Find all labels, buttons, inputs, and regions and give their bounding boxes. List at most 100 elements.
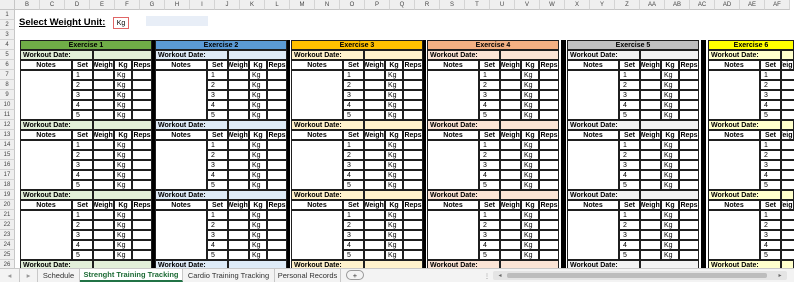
column-header[interactable]: S — [440, 0, 465, 10]
weight-input[interactable] — [640, 100, 661, 110]
weight-input[interactable] — [228, 80, 249, 90]
weight-input[interactable] — [640, 160, 661, 170]
weight-input[interactable] — [228, 240, 249, 250]
reps-input[interactable] — [267, 210, 287, 220]
weight-input[interactable] — [93, 240, 114, 250]
reps-input[interactable] — [403, 150, 423, 160]
weight-input[interactable] — [500, 170, 521, 180]
column-header[interactable]: R — [415, 0, 440, 10]
column-header[interactable]: L — [265, 0, 290, 10]
weight-input[interactable] — [93, 90, 114, 100]
weight-input[interactable] — [781, 80, 794, 90]
reps-input[interactable] — [403, 100, 423, 110]
row-header[interactable]: 10 — [0, 100, 15, 110]
row-header[interactable]: 7 — [0, 70, 15, 80]
column-header[interactable]: AD — [715, 0, 740, 10]
weight-unit-select[interactable]: Kg — [113, 17, 129, 29]
weight-input[interactable] — [364, 230, 385, 240]
workout-date-input[interactable] — [500, 50, 559, 60]
weight-input[interactable] — [781, 140, 794, 150]
row-header[interactable]: 23 — [0, 230, 15, 240]
weight-input[interactable] — [781, 170, 794, 180]
weight-input[interactable] — [93, 160, 114, 170]
reps-input[interactable] — [679, 170, 699, 180]
notes-input[interactable] — [427, 210, 479, 260]
weight-input[interactable] — [500, 160, 521, 170]
row-header[interactable]: 21 — [0, 210, 15, 220]
column-header[interactable]: O — [340, 0, 365, 10]
reps-input[interactable] — [403, 220, 423, 230]
weight-input[interactable] — [640, 230, 661, 240]
reps-input[interactable] — [132, 70, 152, 80]
workout-date-input[interactable] — [781, 190, 794, 200]
weight-input[interactable] — [93, 150, 114, 160]
weight-input[interactable] — [228, 70, 249, 80]
weight-input[interactable] — [781, 250, 794, 260]
column-header[interactable]: AA — [640, 0, 665, 10]
workout-date-input[interactable] — [228, 50, 287, 60]
weight-input[interactable] — [500, 150, 521, 160]
reps-input[interactable] — [403, 230, 423, 240]
tab-personal-records[interactable]: Personal Records — [275, 269, 341, 282]
weight-input[interactable] — [228, 250, 249, 260]
reps-input[interactable] — [679, 150, 699, 160]
weight-input[interactable] — [93, 220, 114, 230]
reps-input[interactable] — [679, 80, 699, 90]
notes-input[interactable] — [567, 70, 619, 120]
reps-input[interactable] — [539, 80, 559, 90]
column-header[interactable]: T — [465, 0, 490, 10]
weight-input[interactable] — [500, 250, 521, 260]
reps-input[interactable] — [539, 250, 559, 260]
weight-input[interactable] — [781, 230, 794, 240]
weight-input[interactable] — [500, 180, 521, 190]
weight-input[interactable] — [364, 170, 385, 180]
weight-input[interactable] — [500, 220, 521, 230]
weight-input[interactable] — [93, 140, 114, 150]
row-header[interactable]: 4 — [0, 40, 15, 50]
reps-input[interactable] — [403, 160, 423, 170]
column-header[interactable]: M — [290, 0, 315, 10]
reps-input[interactable] — [267, 100, 287, 110]
reps-input[interactable] — [267, 70, 287, 80]
notes-input[interactable] — [427, 70, 479, 120]
weight-input[interactable] — [364, 70, 385, 80]
reps-input[interactable] — [132, 170, 152, 180]
row-header[interactable]: 2 — [0, 20, 15, 30]
reps-input[interactable] — [679, 250, 699, 260]
notes-input[interactable] — [155, 140, 207, 190]
reps-input[interactable] — [679, 210, 699, 220]
reps-input[interactable] — [132, 150, 152, 160]
reps-input[interactable] — [132, 180, 152, 190]
weight-input[interactable] — [364, 100, 385, 110]
reps-input[interactable] — [267, 160, 287, 170]
reps-input[interactable] — [403, 140, 423, 150]
column-header[interactable]: K — [240, 0, 265, 10]
workout-date-input[interactable] — [93, 50, 152, 60]
tab-cardio-training-tracking[interactable]: Cardio Training Tracking — [183, 269, 275, 282]
reps-input[interactable] — [539, 220, 559, 230]
column-header[interactable]: Q — [390, 0, 415, 10]
weight-input[interactable] — [93, 110, 114, 120]
weight-input[interactable] — [93, 70, 114, 80]
weight-input[interactable] — [364, 180, 385, 190]
reps-input[interactable] — [403, 170, 423, 180]
row-header[interactable]: 6 — [0, 60, 15, 70]
weight-input[interactable] — [228, 150, 249, 160]
row-header[interactable]: 1 — [0, 10, 15, 20]
column-header[interactable]: AB — [665, 0, 690, 10]
weight-input[interactable] — [228, 220, 249, 230]
reps-input[interactable] — [679, 240, 699, 250]
workout-date-input[interactable] — [781, 50, 794, 60]
workout-date-input[interactable] — [364, 50, 423, 60]
workout-date-input[interactable] — [93, 190, 152, 200]
workout-date-input[interactable] — [228, 190, 287, 200]
reps-input[interactable] — [267, 90, 287, 100]
reps-input[interactable] — [679, 180, 699, 190]
scroll-left-arrow-icon[interactable]: ◂ — [495, 271, 505, 280]
column-header[interactable]: E — [90, 0, 115, 10]
weight-input[interactable] — [640, 70, 661, 80]
row-header[interactable]: 9 — [0, 90, 15, 100]
weight-input[interactable] — [364, 90, 385, 100]
weight-input[interactable] — [228, 160, 249, 170]
column-header[interactable]: H — [165, 0, 190, 10]
